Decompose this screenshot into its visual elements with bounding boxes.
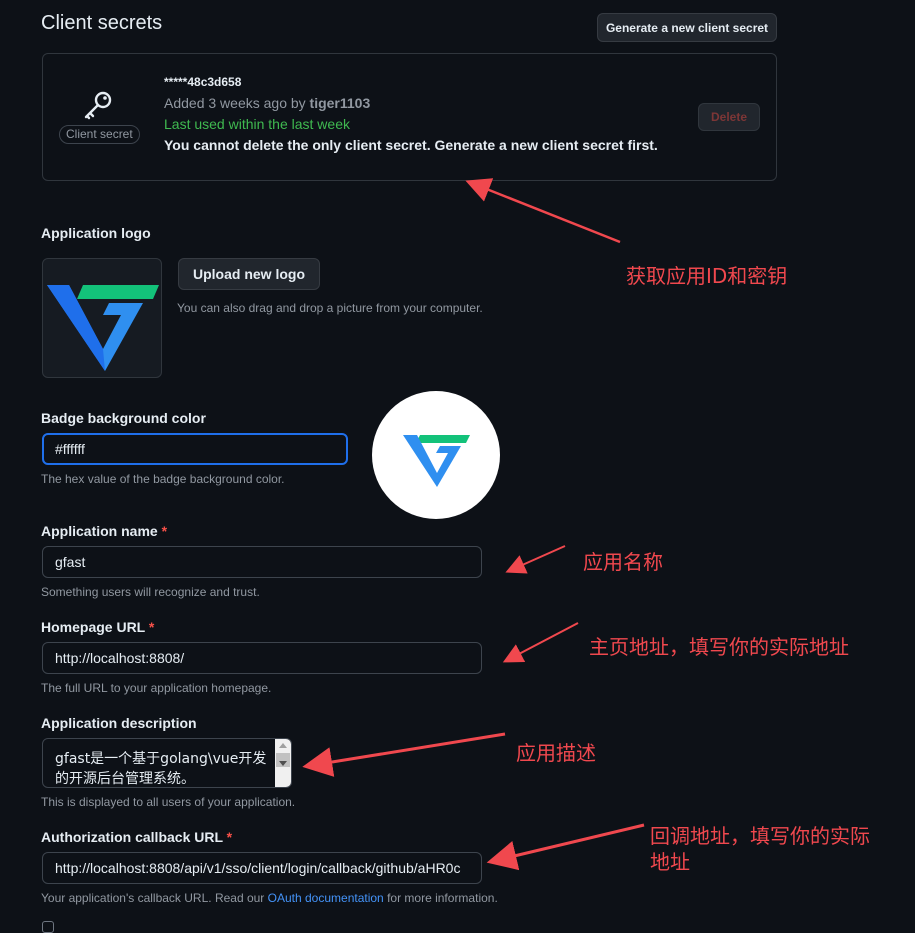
annotation-homepage: 主页地址，填写你的实际地址 xyxy=(589,635,849,659)
arrow-to-homepage xyxy=(502,622,579,663)
annotation-get-id-secret: 获取应用ID和密钥 xyxy=(626,264,788,288)
arrow-to-callback xyxy=(486,823,645,871)
arrow-to-description xyxy=(302,732,506,777)
annotation-description: 应用描述 xyxy=(516,741,596,765)
arrow-to-client-secret xyxy=(465,178,621,244)
arrow-to-app-name xyxy=(505,545,566,574)
annotation-app-name: 应用名称 xyxy=(583,550,663,574)
annotation-arrows xyxy=(302,178,645,871)
annotation-callback-line-1: 回调地址，填写你的实际 xyxy=(650,824,870,848)
annotation-callback: 回调地址，填写你的实际 地址 xyxy=(650,823,870,875)
annotation-callback-line-2: 地址 xyxy=(650,850,690,874)
